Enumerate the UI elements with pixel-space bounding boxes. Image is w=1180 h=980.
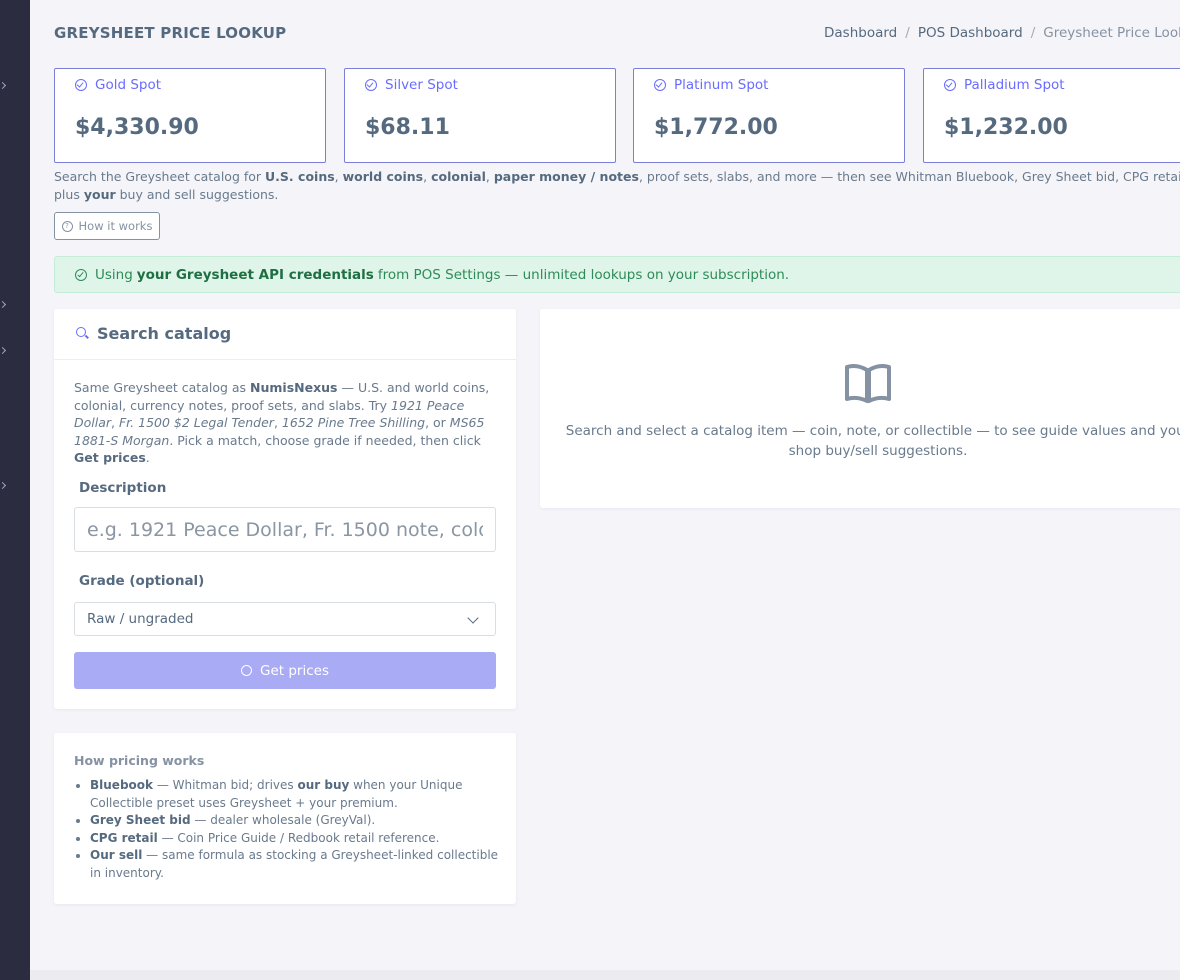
question-icon: ? [61, 220, 73, 232]
page-title: GREYSHEET PRICE LOOKUP [54, 24, 287, 42]
spot-label: Palladium Spot [964, 77, 1065, 93]
search-catalog-card: Search catalog Same Greysheet catalog as… [54, 309, 516, 709]
list-item: Grey Sheet bid — dealer wholesale (GreyV… [90, 812, 510, 830]
search-card-header: Search catalog [54, 309, 516, 360]
api-credentials-alert: Using your Greysheet API credentials from … [54, 256, 1180, 293]
search-description: Same Greysheet catalog as NumisNexus — U… [74, 380, 490, 465]
how-pricing-title: How pricing works [74, 753, 205, 768]
chevron-right-icon[interactable] [0, 81, 7, 90]
spot-value: $68.11 [365, 115, 450, 140]
get-prices-button[interactable]: Get prices [74, 652, 496, 689]
breadcrumb-separator: / [1030, 25, 1036, 41]
silver-spot-card: Silver Spot $68.11 [344, 68, 616, 163]
chevron-down-icon [467, 612, 479, 624]
spot-value: $4,330.90 [75, 115, 199, 140]
platinum-spot-card: Platinum Spot $1,772.00 [633, 68, 905, 163]
footer [30, 970, 1180, 980]
spot-label: Gold Spot [95, 77, 162, 93]
coin-check-icon [75, 79, 87, 91]
spot-label: Silver Spot [385, 77, 458, 93]
list-item: Our sell — same formula as stocking a Gr… [90, 847, 510, 882]
open-book-icon [845, 364, 891, 403]
chevron-right-icon[interactable] [0, 300, 7, 309]
palladium-spot-card: Palladium Spot $1,232.00 [923, 68, 1180, 163]
breadcrumb-dashboard[interactable]: Dashboard [824, 25, 897, 41]
chevron-right-icon[interactable] [0, 481, 7, 490]
description-label: Description [79, 480, 167, 496]
result-card: Search and select a catalog item — coin,… [540, 309, 1180, 508]
how-pricing-card: How pricing works Bluebook — Whitman bid… [54, 733, 516, 904]
coin-check-icon [944, 79, 956, 91]
how-it-works-button[interactable]: ? How it works [54, 212, 160, 240]
spot-label: Platinum Spot [674, 77, 769, 93]
sidebar [0, 0, 30, 980]
breadcrumb-pos-dashboard[interactable]: POS Dashboard [918, 25, 1023, 41]
search-card-title: Search catalog [97, 324, 232, 343]
coin-icon [241, 665, 252, 676]
get-prices-label: Get prices [260, 662, 329, 679]
spot-value: $1,772.00 [654, 115, 778, 140]
grade-label: Grade (optional) [79, 573, 205, 589]
list-item: CPG retail — Coin Price Guide / Redbook … [90, 830, 510, 848]
grade-selected-value: Raw / ungraded [87, 611, 194, 627]
breadcrumb-separator: / [905, 25, 910, 41]
list-item: Bluebook — Whitman bid; drives our buy w… [90, 777, 510, 812]
check-circle-icon [75, 268, 87, 281]
how-it-works-label: How it works [78, 219, 153, 233]
spot-value: $1,232.00 [944, 115, 1068, 140]
coin-check-icon [365, 79, 377, 91]
main-content: GREYSHEET PRICE LOOKUP Dashboard / POS Das… [30, 0, 1180, 970]
coin-check-icon [654, 79, 666, 91]
intro-text: Search the Greysheet catalog for U.S. co… [54, 169, 1180, 202]
breadcrumb-current: Greysheet Price Lookup [1043, 25, 1180, 41]
result-empty-text: Search and select a catalog item — coin,… [565, 423, 1180, 459]
search-icon [76, 327, 86, 337]
grade-select[interactable]: Raw / ungraded [74, 602, 496, 636]
chevron-right-icon[interactable] [0, 346, 7, 355]
description-input[interactable] [74, 507, 496, 552]
breadcrumb: Dashboard / POS Dashboard / Greysheet Price … [824, 25, 1180, 41]
how-pricing-list: Bluebook — Whitman bid; drives our buy w… [74, 777, 510, 882]
gold-spot-card: Gold Spot $4,330.90 [54, 68, 326, 163]
